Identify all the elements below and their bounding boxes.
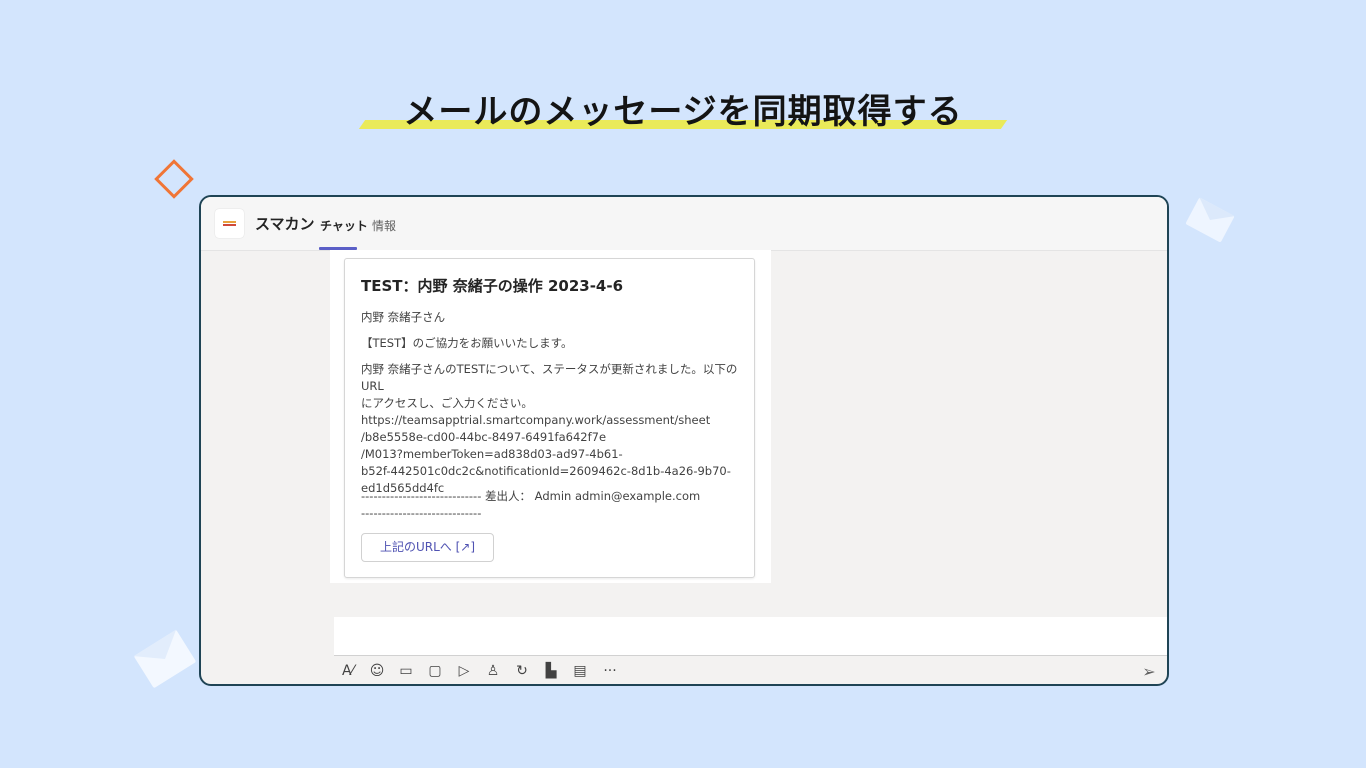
app-logo-icon [215, 209, 244, 238]
gif-icon[interactable]: ▭ [396, 661, 416, 681]
card-body-url-line: /b8e5558e-cd00-44bc-8497-6491fa642f7e [361, 430, 607, 444]
app-name: スマカン [255, 215, 315, 233]
headline-area: メールのメッセージを同期取得する [0, 84, 1366, 133]
card-body-url-line: https://teamsapptrial.smartcompany.work/… [361, 413, 711, 427]
meet-now-icon[interactable]: ▷ [454, 661, 474, 681]
open-url-button[interactable]: 上記のURLへ [↗] [361, 533, 494, 562]
emoji-icon[interactable]: ☺ [367, 661, 387, 681]
card-sender-line: ----------------------------- 差出人： Admin… [361, 489, 701, 503]
approvals-icon[interactable]: ▙ [541, 661, 561, 681]
page-headline: メールのメッセージを同期取得する [403, 92, 963, 132]
card-sender: ----------------------------- 差出人： Admin… [361, 488, 741, 522]
loop-icon[interactable]: ↻ [512, 661, 532, 681]
sticker-icon[interactable]: ▢ [425, 661, 445, 681]
adaptive-card: TEST：内野 奈緒子の操作 2023-4-6 内野 奈緒子さん 【TEST】の… [344, 258, 755, 578]
card-body-line: 内野 奈緒子さんのTESTについて、ステータスが更新されました。以下のURL [361, 362, 738, 393]
card-body-line: にアクセスし、ご入力ください。 [361, 396, 533, 410]
card-body: 内野 奈緒子さんのTESTについて、ステータスが更新されました。以下のURL に… [361, 361, 741, 497]
card-body-url-line: /M013?memberToken=ad838d03-ad97-4b61- [361, 447, 623, 461]
envelope-decoration-right [1185, 197, 1235, 243]
forms-icon[interactable]: ▤ [570, 661, 590, 681]
card-greeting: 内野 奈緒子さん [361, 310, 446, 324]
card-request: 【TEST】のご協力をお願いいたします。 [361, 336, 573, 350]
compose-box[interactable] [334, 617, 1167, 656]
praise-icon[interactable]: ♙ [483, 661, 503, 681]
app-header: スマカン チャット 情報 [201, 197, 1167, 251]
format-icon[interactable]: A⁄ [338, 661, 358, 681]
card-sender-line: ----------------------------- [361, 506, 482, 520]
teams-window: スマカン チャット 情報 TEST：内野 奈緒子の操作 2023-4-6 内野 … [199, 195, 1169, 686]
card-title: TEST：内野 奈緒子の操作 2023-4-6 [361, 277, 624, 295]
tab-info[interactable]: 情報 [372, 217, 396, 234]
card-body-url-line: b52f-442501c0dc2c&notificationId=2609462… [361, 464, 731, 478]
envelope-decoration-left [133, 629, 197, 689]
message-bubble: TEST：内野 奈緒子の操作 2023-4-6 内野 奈緒子さん 【TEST】の… [330, 250, 771, 583]
tab-chat[interactable]: チャット [320, 217, 368, 234]
diamond-decoration [154, 159, 194, 199]
send-icon[interactable]: ➢ [1138, 661, 1160, 683]
more-options-icon[interactable]: ··· [600, 661, 620, 681]
